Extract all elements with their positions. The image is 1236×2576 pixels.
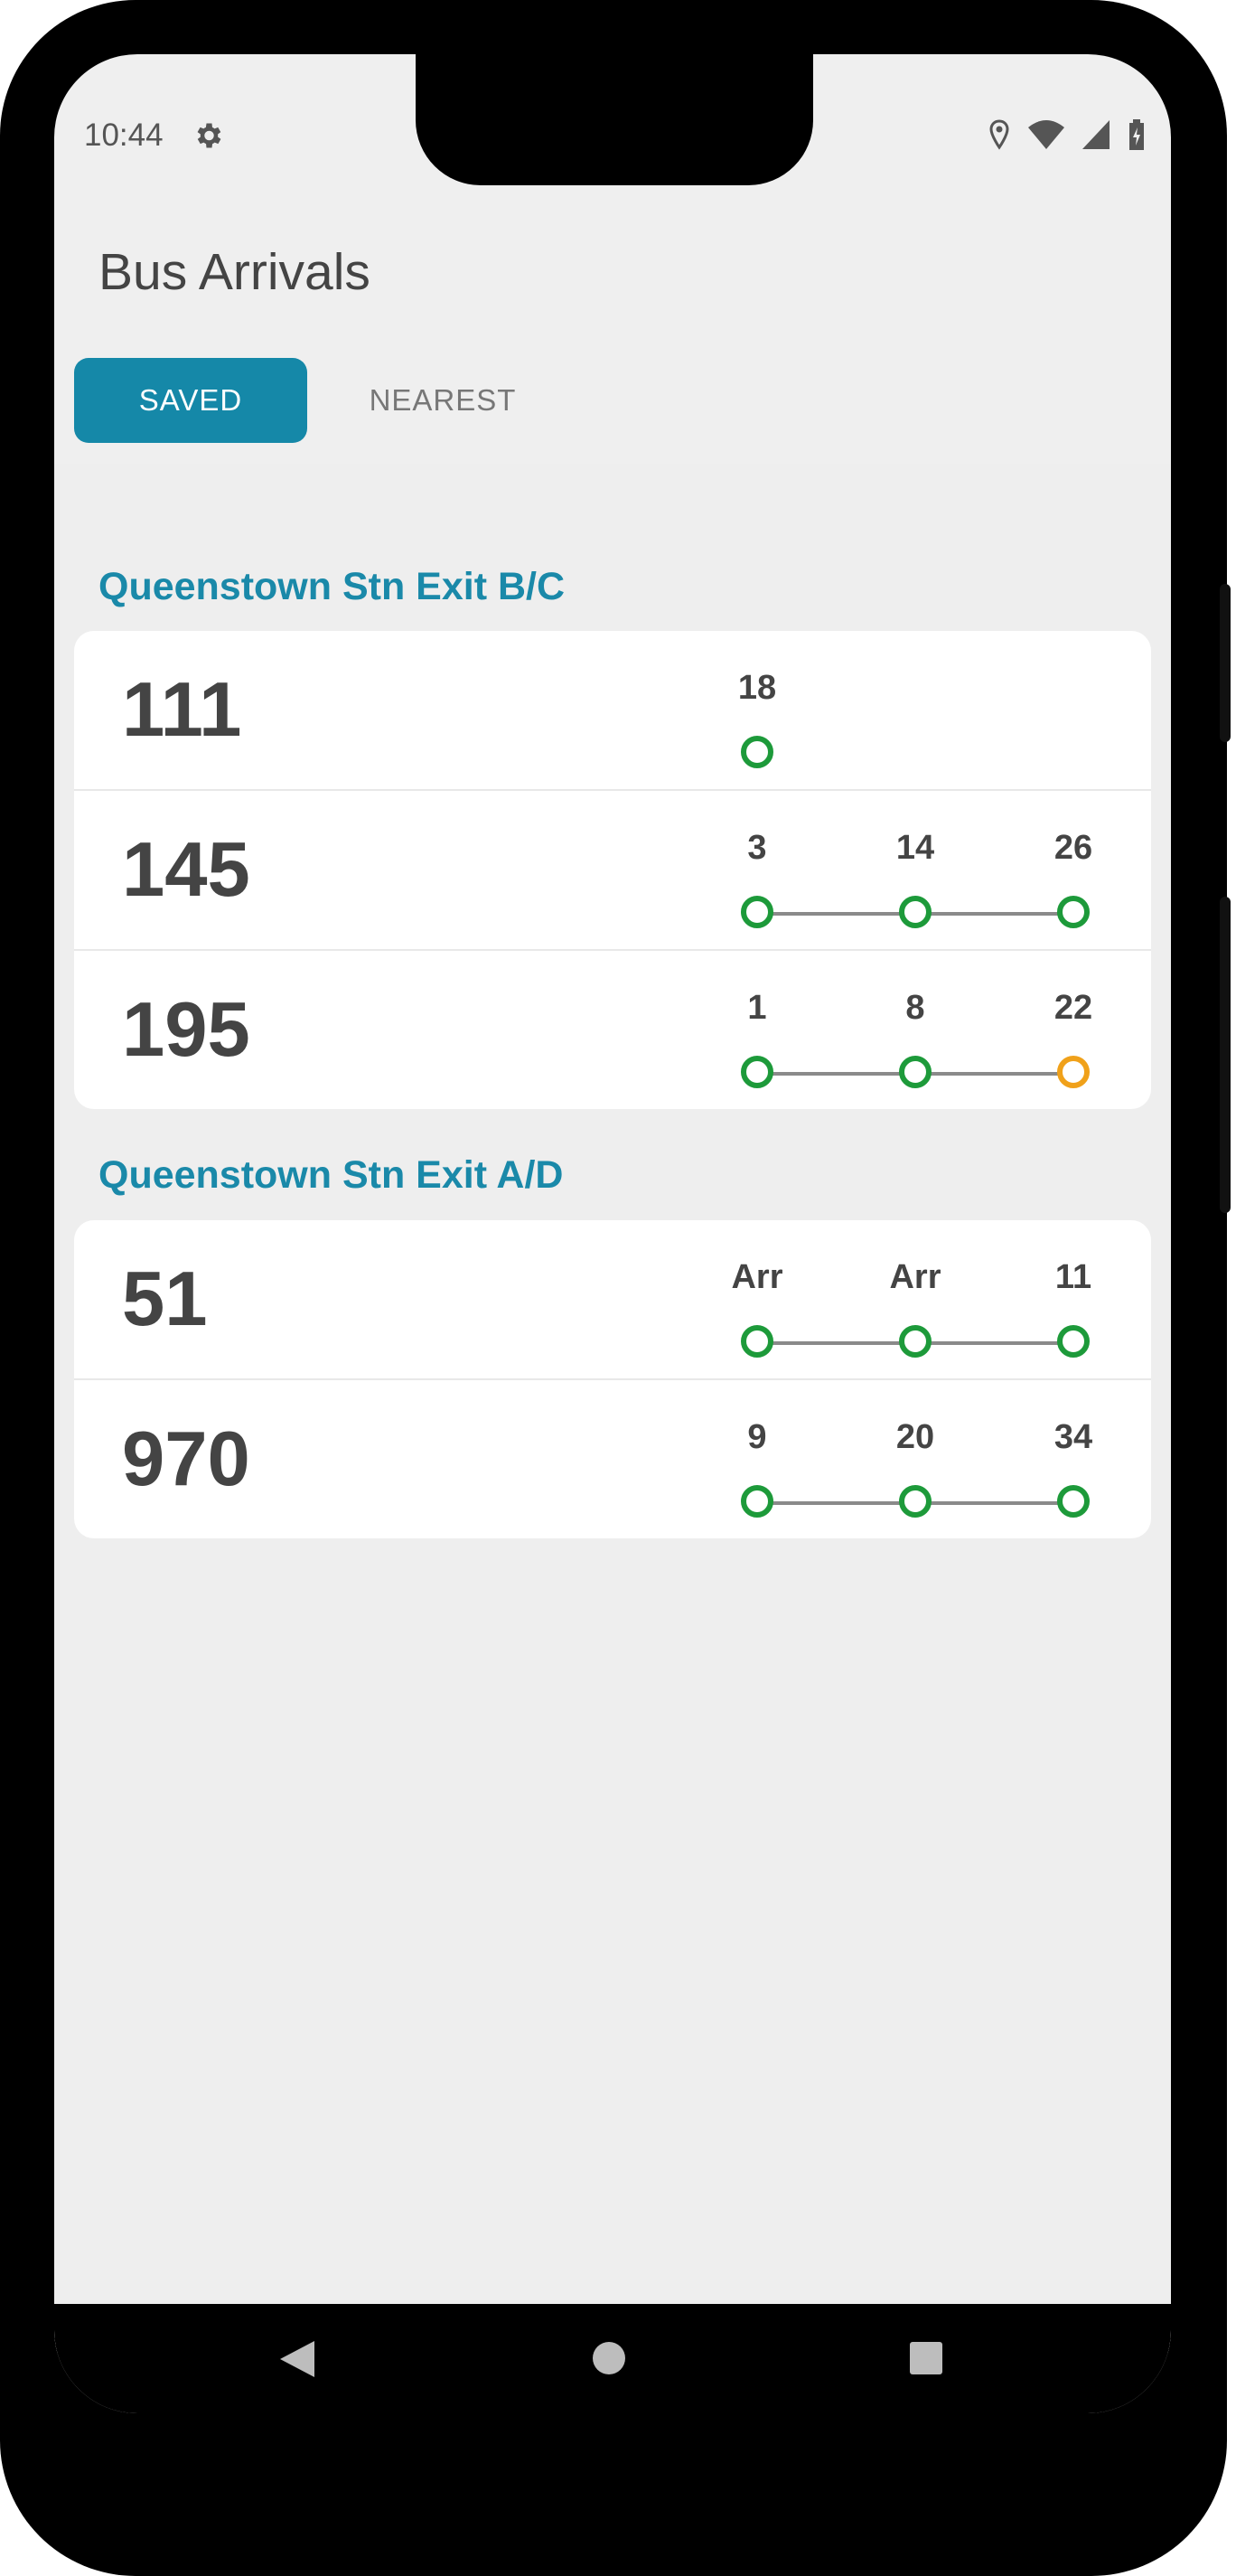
arrival-time: 22 [1053,989,1093,1027]
arrival-time: 3 [747,829,767,867]
stop-name: Queenstown Stn Exit B/C [98,565,566,608]
stop-name: Queenstown Stn Exit A/D [98,1153,564,1197]
battery-charging-icon [1129,119,1144,150]
bus-load-indicator [741,896,773,928]
arrival-time: Arr [731,1258,783,1296]
wifi-icon [1028,120,1064,149]
arrival-time: 20 [895,1418,935,1456]
bus-load-indicator [741,1056,773,1088]
tab-saved[interactable]: SAVED [74,358,307,443]
route-number: 145 [122,827,250,913]
service-row[interactable]: 195 1 8 22 [74,951,1151,1109]
navigation-bar [54,2304,1171,2413]
stop-card: 111 18 145 3 14 26 195 1 8 22 [74,631,1151,1109]
bus-load-indicator [1057,1056,1090,1088]
bus-load-indicator [1057,1325,1090,1358]
volume-button [1220,584,1231,742]
camera-notch [416,54,813,185]
arrival-time: Arr [889,1258,941,1296]
arrival-time: 9 [747,1418,767,1456]
route-number: 51 [122,1256,208,1342]
bus-load-indicator [899,1056,932,1088]
service-row[interactable]: 51 Arr Arr 11 [74,1220,1151,1380]
location-icon [989,119,1009,150]
phone-frame: 10:44 Bus Arrivals SAVED NEAREST Queenst… [0,0,1231,2576]
status-time: 10:44 [84,118,164,153]
screen: 10:44 Bus Arrivals SAVED NEAREST Queenst… [54,54,1171,2413]
settings-icon [197,123,221,148]
arrival-time: 34 [1053,1418,1093,1456]
back-icon[interactable] [280,2341,314,2377]
bus-load-indicator [741,1485,773,1518]
arrival-timeline: Arr Arr 11 [731,1258,1102,1359]
arrival-time: 18 [737,669,777,707]
arrival-timeline: 9 20 34 [741,1420,1102,1519]
arrival-time: 26 [1053,829,1093,867]
arrival-time: 14 [895,829,935,867]
arrival-timeline: 3 14 26 [741,831,1102,930]
route-number: 111 [122,667,242,753]
bus-load-indicator [741,736,773,768]
service-row[interactable]: 111 18 [74,631,1151,791]
stops-list: Queenstown Stn Exit B/C 111 18 145 3 14 26… [54,464,1171,2353]
bus-load-indicator [899,1485,932,1518]
service-row[interactable]: 970 9 20 34 [74,1380,1151,1538]
power-button [1220,897,1231,1213]
arrival-timeline: 18 [738,671,1102,770]
route-number: 970 [122,1416,250,1502]
status-icons [988,119,1146,150]
arrival-timeline: 1 8 22 [741,991,1102,1090]
home-icon[interactable] [593,2342,625,2374]
arrival-time: 1 [747,989,767,1027]
recents-icon[interactable] [910,2342,942,2374]
bus-load-indicator [741,1325,773,1358]
stop-card: 51 Arr Arr 11 970 9 20 34 [74,1220,1151,1538]
bus-load-indicator [899,896,932,928]
service-row[interactable]: 145 3 14 26 [74,791,1151,951]
arrival-time: 11 [1054,1258,1092,1296]
route-number: 195 [122,987,250,1073]
page-title: Bus Arrivals [98,243,370,301]
bus-load-indicator [1057,896,1090,928]
arrival-time: 8 [905,989,925,1027]
signal-icon [1082,120,1110,149]
tab-nearest[interactable]: NEAREST [343,358,542,443]
bus-load-indicator [1057,1485,1090,1518]
bus-load-indicator [899,1325,932,1358]
